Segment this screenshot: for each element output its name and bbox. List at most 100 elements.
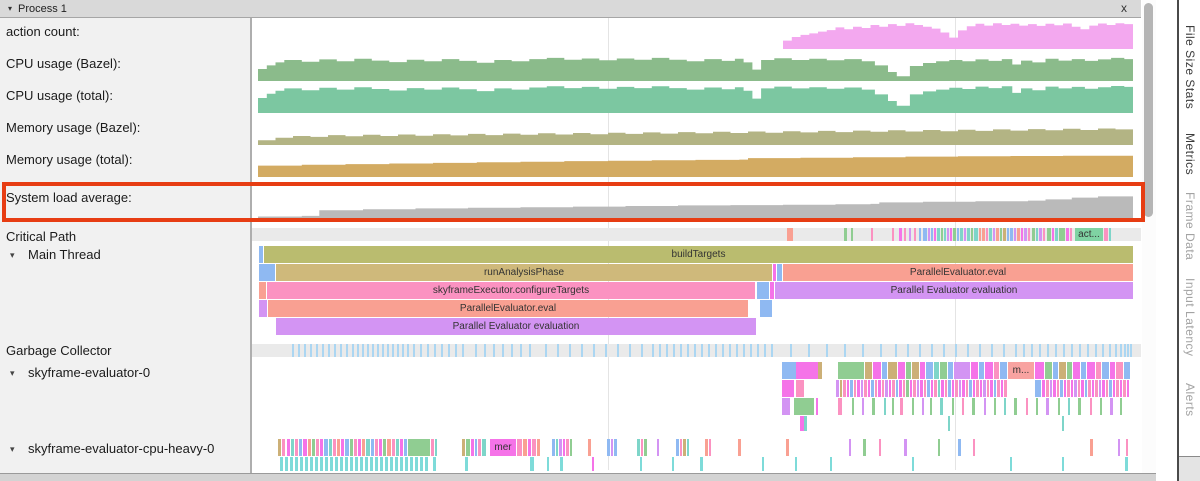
memory-usage-total-chart[interactable] <box>258 147 1133 177</box>
trace-event[interactable] <box>1102 380 1105 397</box>
trace-event[interactable] <box>892 380 895 397</box>
trace-event[interactable] <box>816 398 818 415</box>
gc-event-tick[interactable] <box>304 344 306 357</box>
trace-event-labeled[interactable]: act... <box>1075 228 1103 241</box>
garbage-collector-strip[interactable] <box>252 344 1141 357</box>
gc-event-tick[interactable] <box>943 344 945 357</box>
trace-event[interactable] <box>843 380 846 397</box>
gc-event-tick[interactable] <box>593 344 595 357</box>
gc-event-tick[interactable] <box>1003 344 1005 357</box>
trace-event[interactable] <box>997 380 1000 397</box>
gc-event-tick[interactable] <box>328 344 330 357</box>
trace-event[interactable] <box>1090 398 1092 415</box>
trace-event[interactable] <box>1064 380 1066 397</box>
trace-event[interactable] <box>773 264 776 281</box>
trace-event[interactable] <box>1096 362 1101 379</box>
trace-event[interactable] <box>300 457 303 471</box>
trace-event[interactable] <box>528 439 531 456</box>
trace-event[interactable] <box>375 439 378 456</box>
trace-event-labeled[interactable]: ParallelEvaluator.eval <box>783 264 1133 281</box>
trace-event[interactable] <box>537 439 540 456</box>
gc-event-tick[interactable] <box>520 344 522 357</box>
trace-event[interactable] <box>362 439 365 456</box>
trace-event[interactable] <box>964 228 966 241</box>
trace-event[interactable] <box>941 228 943 241</box>
trace-event[interactable] <box>760 300 772 317</box>
process-header[interactable]: ▾ Process 1 x <box>0 0 1141 18</box>
gc-event-tick[interactable] <box>1115 344 1117 357</box>
trace-event[interactable] <box>1003 228 1006 241</box>
trace-event[interactable] <box>287 439 290 456</box>
collapse-arrow-icon[interactable]: ▾ <box>10 444 15 455</box>
trace-event[interactable] <box>786 439 789 456</box>
trace-event[interactable] <box>1109 228 1111 241</box>
gc-event-tick[interactable] <box>722 344 724 357</box>
trace-event[interactable] <box>310 457 313 471</box>
trace-event[interactable] <box>878 380 881 397</box>
trace-event[interactable] <box>872 398 875 415</box>
trace-event[interactable] <box>1053 362 1058 379</box>
trace-event[interactable] <box>903 380 905 397</box>
trace-event[interactable] <box>329 439 332 456</box>
trace-event[interactable] <box>614 439 617 456</box>
trace-event[interactable] <box>259 300 267 317</box>
trace-event[interactable] <box>1085 380 1087 397</box>
trace-event[interactable] <box>672 457 674 471</box>
trace-event[interactable] <box>892 398 894 415</box>
trace-event[interactable] <box>974 228 978 241</box>
trace-event-labeled[interactable]: m... <box>1008 362 1034 379</box>
gc-event-tick[interactable] <box>1109 344 1111 357</box>
gc-event-tick[interactable] <box>392 344 394 357</box>
gc-event-tick[interactable] <box>808 344 810 357</box>
gc-event-tick[interactable] <box>292 344 294 357</box>
gc-event-tick[interactable] <box>346 344 348 357</box>
trace-event[interactable] <box>530 457 534 471</box>
trace-event[interactable] <box>396 439 399 456</box>
trace-event[interactable] <box>709 439 711 456</box>
trace-event[interactable] <box>337 439 340 456</box>
system-load-average-chart[interactable] <box>258 188 1133 218</box>
gc-event-tick[interactable] <box>387 344 389 357</box>
trace-event[interactable] <box>325 457 328 471</box>
trace-event[interactable] <box>984 398 986 415</box>
gc-event-tick[interactable] <box>455 344 457 357</box>
trace-event[interactable] <box>1078 398 1081 415</box>
gc-event-tick[interactable] <box>377 344 379 357</box>
trace-event[interactable] <box>966 380 968 397</box>
trace-event[interactable] <box>1039 228 1042 241</box>
trace-event[interactable] <box>517 439 522 456</box>
gc-event-tick[interactable] <box>402 344 404 357</box>
gc-event-tick[interactable] <box>1127 344 1129 357</box>
gc-event-tick[interactable] <box>979 344 981 357</box>
trace-event[interactable] <box>1070 228 1072 241</box>
trace-event[interactable] <box>1067 380 1070 397</box>
gc-event-tick[interactable] <box>1124 344 1126 357</box>
trace-event[interactable] <box>1092 380 1094 397</box>
trace-event[interactable] <box>948 380 951 397</box>
trace-event[interactable] <box>928 228 930 241</box>
thread-label-main-thread[interactable]: Main Thread <box>28 247 101 262</box>
trace-event[interactable] <box>290 457 293 471</box>
trace-event[interactable] <box>1059 362 1066 379</box>
trace-event[interactable] <box>380 457 383 471</box>
trace-event[interactable] <box>976 380 979 397</box>
trace-event[interactable] <box>1078 380 1080 397</box>
trace-event[interactable] <box>947 228 949 241</box>
trace-event[interactable] <box>875 380 877 397</box>
close-button[interactable]: x <box>1121 1 1127 15</box>
trace-event[interactable] <box>1116 362 1123 379</box>
trace-event[interactable] <box>1071 380 1073 397</box>
trace-event[interactable] <box>420 457 423 471</box>
trace-event[interactable] <box>857 380 860 397</box>
trace-event-labeled[interactable]: ParallelEvaluator.eval <box>268 300 748 317</box>
gc-event-tick[interactable] <box>605 344 607 357</box>
gc-event-tick[interactable] <box>641 344 643 357</box>
gc-event-tick[interactable] <box>1095 344 1097 357</box>
trace-event[interactable] <box>1004 380 1007 397</box>
gc-event-tick[interactable] <box>708 344 710 357</box>
thread-label-evaluator0[interactable]: skyframe-evaluator-0 <box>28 365 150 380</box>
trace-event[interactable] <box>941 380 944 397</box>
trace-event[interactable] <box>1116 380 1119 397</box>
trace-event[interactable] <box>1007 228 1009 241</box>
gc-event-tick[interactable] <box>1130 344 1132 357</box>
